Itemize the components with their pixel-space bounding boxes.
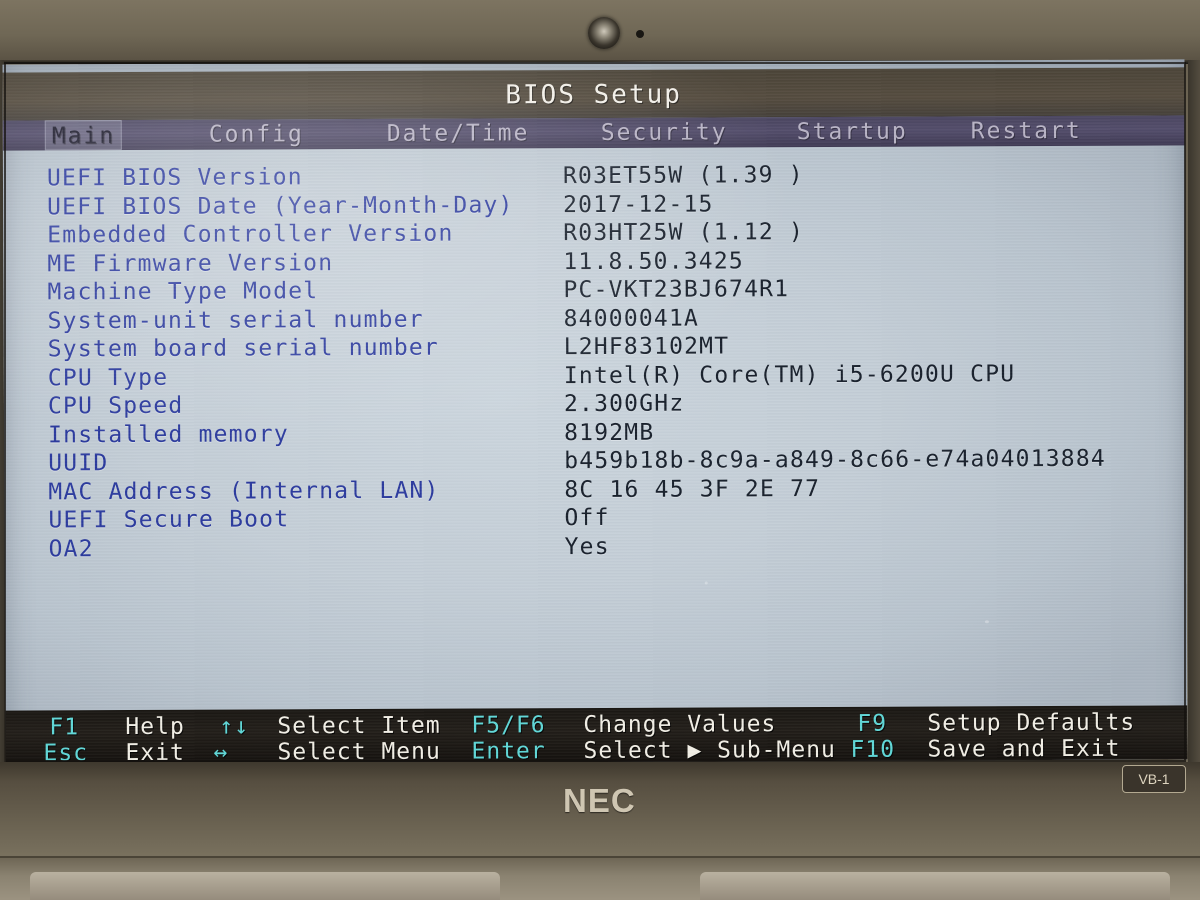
laptop-palmrest: [0, 856, 1200, 900]
tab-security[interactable]: Security: [595, 117, 734, 148]
function-key-label[interactable]: F10: [850, 737, 895, 763]
info-row-value: L2HF83102MT: [563, 333, 730, 361]
info-row-label: System-unit serial number: [47, 306, 424, 334]
info-row[interactable]: CPU Speed 2.300GHz: [4, 387, 1186, 420]
function-key-description: Select Item: [277, 712, 441, 740]
info-row-label: OA2: [48, 535, 94, 562]
bios-screen: BIOS Setup Main Config Date/Time Security St…: [2, 59, 1188, 765]
info-row[interactable]: OA2 Yes: [5, 530, 1187, 563]
function-key-label[interactable]: Enter: [471, 738, 545, 764]
info-row-value: Yes: [564, 533, 610, 560]
brand-logo: NEC: [563, 782, 636, 819]
webcam-icon: [588, 17, 620, 49]
info-row-label: UEFI BIOS Version: [46, 164, 303, 192]
info-row-value: R03ET55W (1.39 ): [562, 162, 804, 190]
page-title: BIOS Setup: [505, 79, 682, 111]
function-key-description: Setup Defaults: [927, 709, 1136, 737]
tab-config[interactable]: Config: [203, 119, 310, 149]
info-row-label: Installed memory: [48, 420, 289, 448]
info-row-value: R03HT25W (1.12 ): [563, 219, 805, 247]
tab-date-time[interactable]: Date/Time: [381, 118, 536, 149]
info-row[interactable]: System board serial number L2HF83102MT: [4, 330, 1186, 363]
dust-speck: [704, 581, 708, 585]
info-row-label: Machine Type Model: [47, 278, 319, 306]
info-row-value: b459b18b-8c9a-a849-8c66-e74a04013884: [564, 445, 1106, 475]
function-key-label[interactable]: F9: [857, 711, 887, 737]
function-key-label[interactable]: Esc: [43, 740, 88, 764]
info-row-value: Intel(R) Core(TM) i5-6200U CPU: [563, 360, 1016, 389]
function-key-description: Select ▶ Sub-Menu: [583, 736, 836, 765]
info-row-value: 2.300GHz: [563, 390, 685, 418]
info-row-label: ME Firmware Version: [47, 249, 334, 277]
microphone-icon: [636, 30, 644, 38]
function-key-help-bar: F1 Help Esc Exit ↑↓ Select Item ↔ Select Menu F5…: [5, 705, 1188, 765]
function-key-label[interactable]: F1: [49, 714, 79, 740]
info-row-value: Off: [564, 504, 610, 532]
function-key-description: Change Values: [583, 711, 777, 739]
main-info-table: UEFI BIOS Version R03ET55W (1.39 ) UEFI BI…: [3, 159, 1187, 704]
info-row[interactable]: ME Firmware Version 11.8.50.3425: [3, 245, 1185, 278]
info-row-value: 11.8.50.3425: [563, 247, 744, 275]
dust-speck: [984, 620, 989, 624]
info-row-value: 84000041A: [563, 305, 700, 332]
display-right-bezel: [1188, 60, 1200, 780]
function-key-label[interactable]: ↑↓: [219, 714, 249, 740]
function-key-description: Exit: [125, 739, 185, 765]
info-row-value: 8192MB: [564, 419, 655, 446]
tab-startup[interactable]: Startup: [791, 117, 914, 148]
function-key-description: Select Menu: [277, 738, 441, 765]
function-key-label[interactable]: F5/F6: [471, 712, 545, 738]
info-row-label: UEFI BIOS Date (Year-Month-Day): [47, 191, 514, 220]
info-row-label: UUID: [48, 450, 109, 477]
info-row[interactable]: Installed memory 8192MB: [4, 416, 1186, 449]
info-row[interactable]: System-unit serial number 84000041A: [4, 302, 1186, 335]
info-row-label: System board serial number: [47, 334, 440, 363]
info-row-label: Embedded Controller Version: [47, 220, 454, 249]
side-sticker: VB-1: [1122, 765, 1186, 793]
laptop-photo: BIOS Setup Main Config Date/Time Security St…: [0, 0, 1200, 900]
info-row[interactable]: UEFI BIOS Date (Year-Month-Day) 2017-12-1…: [3, 188, 1185, 221]
function-key-label[interactable]: ↔: [213, 740, 228, 765]
info-row-label: UEFI Secure Boot: [48, 506, 290, 534]
info-row[interactable]: UEFI BIOS Version R03ET55W (1.39 ): [3, 159, 1185, 192]
menu-bar: Main Config Date/Time Security Startup Restar…: [2, 115, 1185, 151]
info-row-value: 2017-12-15: [563, 190, 714, 218]
tab-main[interactable]: Main: [44, 120, 123, 151]
info-row-value: 8C 16 45 3F 2E 77: [564, 475, 821, 503]
info-row[interactable]: CPU Type Intel(R) Core(TM) i5-6200U CPU: [4, 359, 1186, 392]
info-row[interactable]: Machine Type Model PC-VKT23BJ674R1: [3, 273, 1185, 306]
info-row-label: CPU Speed: [47, 392, 184, 420]
function-key-description: Help: [125, 713, 185, 741]
info-row[interactable]: Embedded Controller Version R03HT25W (1.1…: [3, 216, 1185, 249]
tab-restart[interactable]: Restart: [965, 116, 1088, 147]
info-row-value: PC-VKT23BJ674R1: [563, 276, 790, 304]
function-key-description: Save and Exit: [927, 735, 1121, 763]
info-row-label: CPU Type: [47, 364, 169, 391]
info-row[interactable]: MAC Address (Internal LAN) 8C 16 45 3F 2E…: [4, 473, 1186, 506]
display-top-bezel: [0, 0, 1200, 64]
info-row[interactable]: UUID b459b18b-8c9a-a849-8c66-e74a04013884: [4, 444, 1186, 477]
info-row[interactable]: UEFI Secure Boot Off: [4, 501, 1186, 534]
info-row-label: MAC Address (Internal LAN): [48, 477, 440, 505]
